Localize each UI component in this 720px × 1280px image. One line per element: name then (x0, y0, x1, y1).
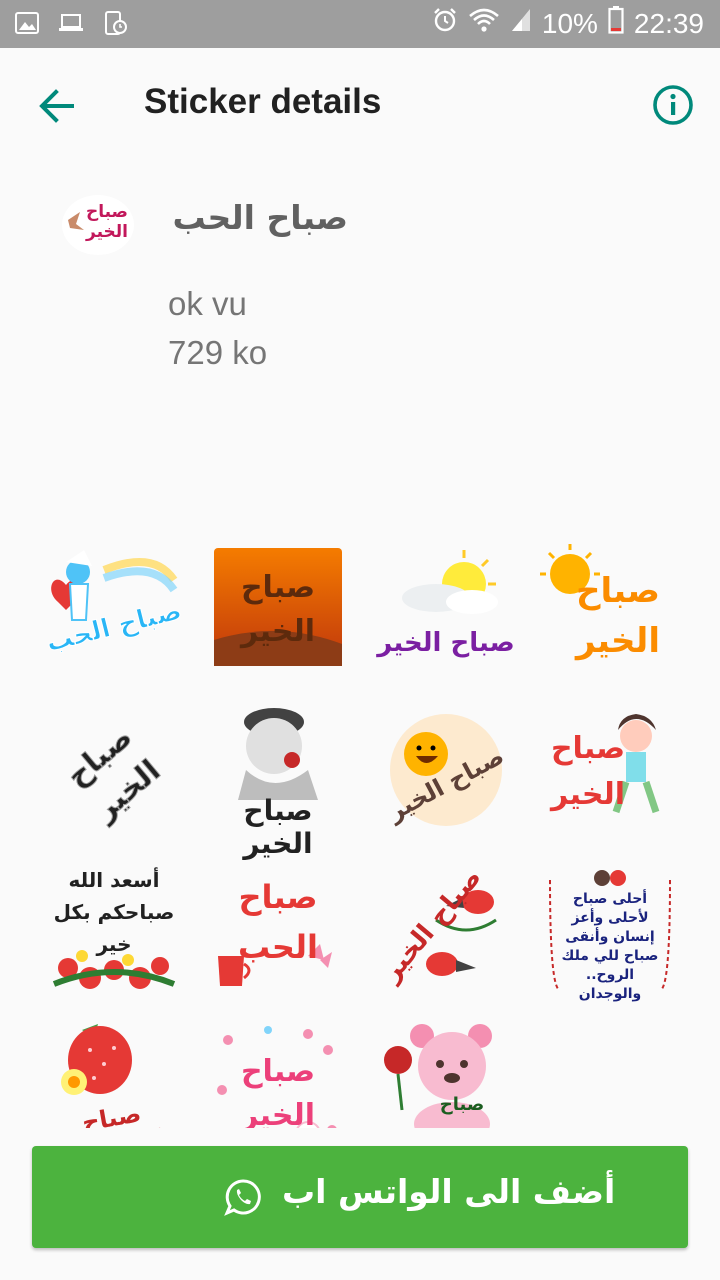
sticker-label: صباح الحب (238, 878, 318, 966)
sticker-item[interactable]: صباح الخير (208, 700, 348, 860)
status-left-icons (14, 10, 128, 36)
page-title: Sticker details (144, 82, 382, 121)
sticker-item[interactable]: صباح الحب (43, 540, 185, 680)
sticker-item[interactable]: أسعد الله صباحكم بكل خير (44, 860, 184, 1000)
sticker-item[interactable]: صباح (376, 1020, 516, 1128)
alarm-icon (432, 7, 458, 40)
status-bar: 10% 22:39 (0, 0, 720, 48)
sticker-item[interactable]: صباح الخير (540, 540, 680, 680)
sticker-item[interactable]: صباح الخير (44, 700, 184, 840)
sticker-item[interactable]: صباح الحب (208, 860, 348, 1000)
sticker-label: صباح الخير (59, 719, 168, 828)
pack-size: 729 ko (168, 334, 268, 371)
info-button[interactable] (652, 84, 694, 126)
sticker-label: صباح الخير (575, 571, 660, 661)
signal-icon (510, 7, 532, 40)
status-right: 10% 22:39 (432, 6, 704, 41)
sticker-item[interactable]: أحلى صباح لأحلى وأعز إنسان وأنقى صباح لل… (540, 860, 680, 1002)
whatsapp-icon (224, 1179, 261, 1216)
clock-time: 22:39 (633, 7, 704, 39)
add-button-label: أضف الى الواتس اب (282, 1172, 616, 1211)
sticker-label: صباح (439, 1094, 485, 1115)
sticker-label: أسعد الله صباحكم بكل خير (53, 868, 175, 956)
sun-clouds-icon (402, 550, 498, 614)
pack-tray-icon: صباح الخير (58, 190, 138, 260)
add-to-whatsapp-button[interactable]: أضف الى الواتس اب (32, 1146, 688, 1248)
arrow-back-icon (39, 89, 74, 123)
app-bar: Sticker details (0, 48, 720, 162)
sticker-label: صباح الخير (377, 628, 515, 658)
tray-text: صباح الخير (85, 202, 128, 242)
sticker-label: صباح الخير (550, 731, 626, 812)
battery-label: 10% (541, 7, 598, 39)
sticker-label: صباح الخير (240, 570, 316, 649)
pack-name: صباح الحب (172, 198, 348, 237)
image-icon (14, 10, 40, 36)
sticker-item[interactable]: صباح الخير (540, 700, 680, 840)
screen-clock-icon (102, 10, 128, 36)
battery-icon (608, 6, 624, 41)
sticker-label: صباح الخير (243, 794, 313, 860)
sticker-grid: صباح الحب صباح الخير صباح الخير صباح الخ… (0, 520, 720, 1128)
sticker-item[interactable]: صباح الفراولة (44, 1020, 184, 1128)
sticker-item[interactable]: صباح الخير (376, 540, 516, 680)
back-button[interactable] (34, 86, 78, 126)
sticker-item[interactable]: صباح الخير (376, 700, 516, 840)
sticker-label: أحلى صباح لأحلى وأعز إنسان وأنقى صباح لل… (561, 891, 659, 1002)
sticker-item[interactable]: صباح الخير (376, 860, 516, 1000)
info-icon (653, 85, 693, 125)
sticker-label: صباح الخير (240, 1054, 316, 1128)
sticker-item[interactable]: صباح الخير (208, 1020, 348, 1128)
sticker-item[interactable]: صباح الخير (208, 540, 348, 680)
pack-publisher: ok vu (168, 285, 247, 322)
wifi-icon (468, 7, 500, 40)
laptop-icon (58, 10, 84, 36)
